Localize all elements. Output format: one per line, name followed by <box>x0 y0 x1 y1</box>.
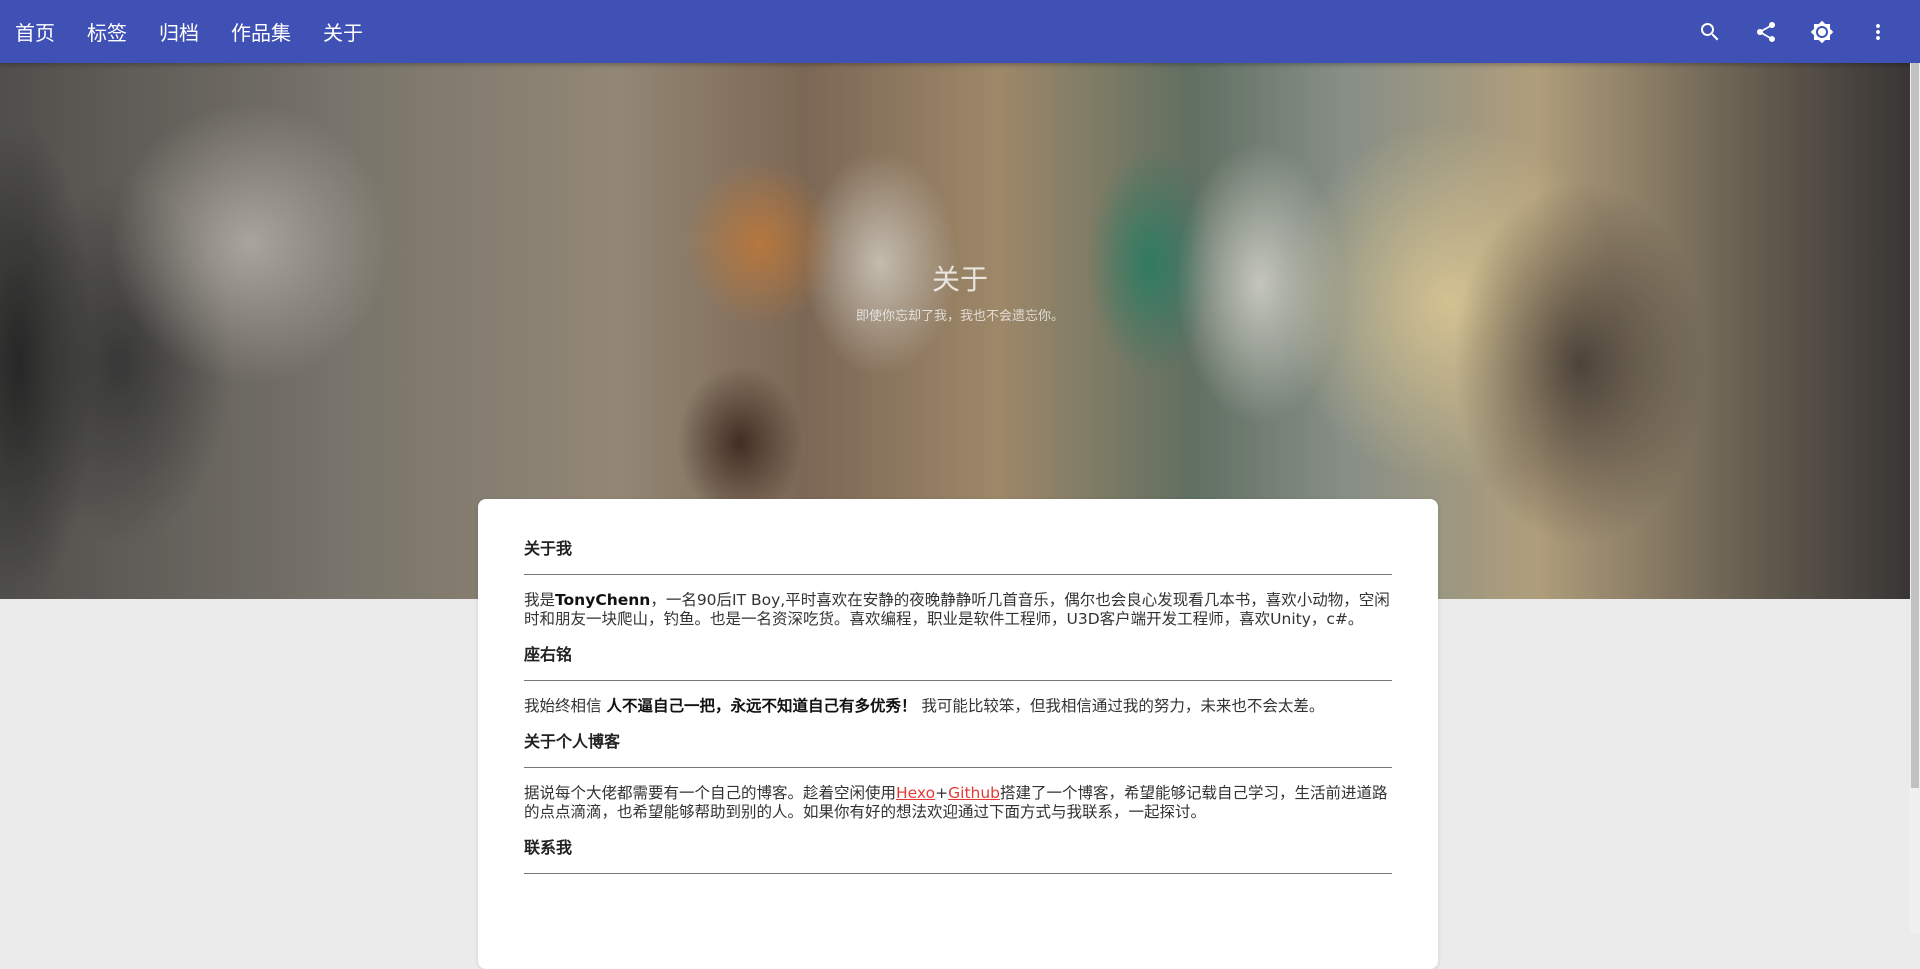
nav-item-archive[interactable]: 归档 <box>159 17 199 46</box>
plus-sign: + <box>935 784 949 802</box>
nav-item-about[interactable]: 关于 <box>323 17 363 46</box>
section-title: 关于我 <box>524 539 573 558</box>
search-icon <box>1701 22 1719 40</box>
github-link[interactable]: Github <box>948 784 1000 802</box>
content-card: 关于我 我是TonyChenn，一名90后IT Boy,平时喜欢在安静的夜晚静静… <box>478 499 1438 969</box>
section-divider <box>524 680 1392 681</box>
more-vert-icon <box>1876 23 1880 40</box>
section-motto: 座右铭 我始终相信 人不逼自己一把，永远不知道自己有多优秀！ 我可能比较笨，但我… <box>524 641 1392 716</box>
search-button[interactable] <box>1682 4 1738 60</box>
section-contact: 联系我 <box>524 834 1392 874</box>
section-title: 座右铭 <box>524 645 573 664</box>
page-scrollbar[interactable] <box>1910 63 1920 934</box>
nav-item-portfolio[interactable]: 作品集 <box>231 17 291 46</box>
section-body: 我始终相信 人不逼自己一把，永远不知道自己有多优秀！ 我可能比较笨，但我相信通过… <box>524 697 1392 716</box>
section-about-blog: 关于个人博客 据说每个大佬都需要有一个自己的博客。趁着空闲使用Hexo+Gith… <box>524 728 1392 822</box>
theme-toggle-button[interactable] <box>1794 4 1850 60</box>
body-text: 据说每个大佬都需要有一个自己的博客。趁着空闲使用 <box>524 784 897 802</box>
body-text: ，一名90后IT Boy,平时喜欢在安静的夜晚静静听几首音乐，偶尔也会良心发现看… <box>524 591 1390 628</box>
brightness-icon <box>1810 20 1834 43</box>
more-button[interactable] <box>1850 4 1906 60</box>
page-subtitle: 即使你忘却了我，我也不会遗忘你。 <box>855 309 1064 324</box>
body-text: 我始终相信 <box>524 697 607 715</box>
app-bar-actions <box>1682 4 1920 60</box>
section-title: 关于个人博客 <box>524 732 621 751</box>
section-divider <box>524 873 1392 874</box>
scrollbar-thumb[interactable] <box>1911 63 1919 788</box>
body-text: 我可能比较笨，但我相信通过我的努力，未来也不会太差。 <box>916 697 1325 715</box>
hexo-link[interactable]: Hexo <box>896 784 935 802</box>
body-text: 我是 <box>524 591 556 609</box>
page-title: 关于 <box>931 263 988 296</box>
section-divider <box>524 574 1392 575</box>
section-body: 据说每个大佬都需要有一个自己的博客。趁着空闲使用Hexo+Github搭建了一个… <box>524 784 1392 822</box>
nav-item-tags[interactable]: 标签 <box>87 17 127 46</box>
section-divider <box>524 767 1392 768</box>
app-bar: 首页 标签 归档 作品集 关于 <box>0 0 1920 63</box>
author-name: TonyChenn <box>555 591 651 609</box>
section-about-me: 关于我 我是TonyChenn，一名90后IT Boy,平时喜欢在安静的夜晚静静… <box>524 535 1392 629</box>
share-icon <box>1757 21 1776 42</box>
main-nav: 首页 标签 归档 作品集 关于 <box>0 17 395 46</box>
nav-item-home[interactable]: 首页 <box>15 17 55 46</box>
section-title: 联系我 <box>524 838 573 857</box>
motto-text: 人不逼自己一把，永远不知道自己有多优秀！ <box>606 697 917 715</box>
section-body: 我是TonyChenn，一名90后IT Boy,平时喜欢在安静的夜晚静静听几首音… <box>524 591 1392 629</box>
share-button[interactable] <box>1738 4 1794 60</box>
